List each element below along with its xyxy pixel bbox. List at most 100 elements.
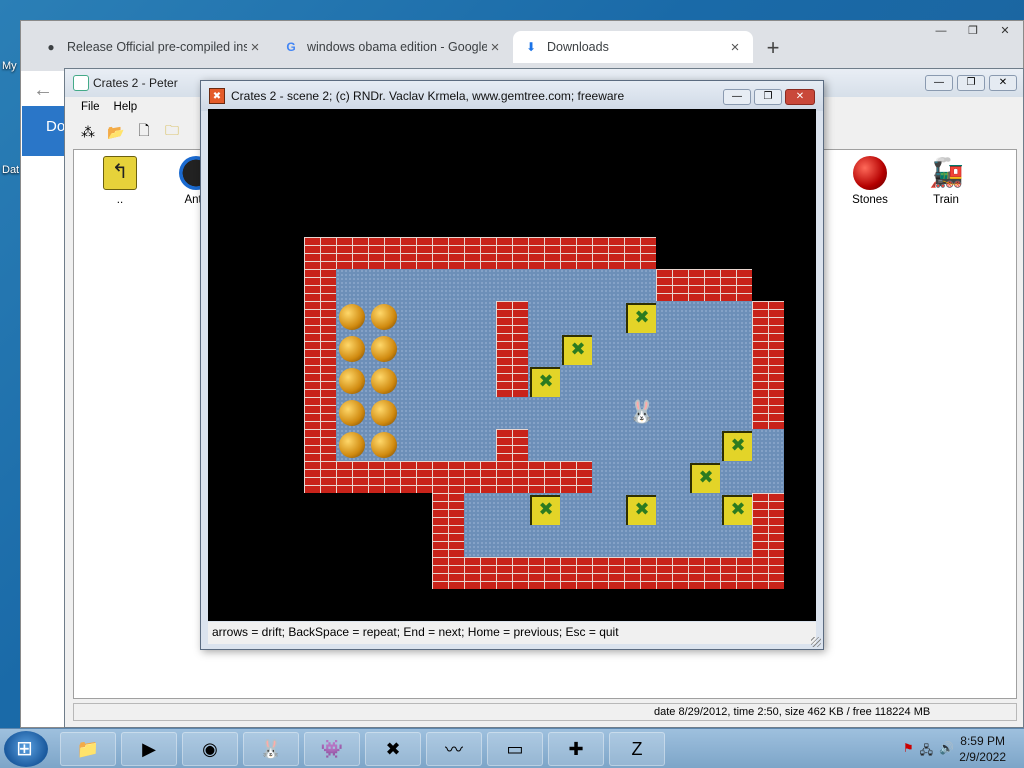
floor-tile: [464, 525, 496, 557]
crate-tile: [720, 493, 754, 527]
tab-release[interactable]: ● Release Official pre-compiled ins ×: [33, 31, 273, 63]
wall-tile: [496, 365, 528, 397]
floor-tile: [400, 397, 432, 429]
flag-icon[interactable]: ⚑: [903, 741, 914, 762]
floor-tile: [624, 269, 656, 301]
floor-tile: [688, 333, 720, 365]
wall-tile: [752, 525, 784, 557]
menu-help[interactable]: Help: [114, 101, 138, 113]
close-button[interactable]: ✕: [989, 75, 1017, 91]
close-button[interactable]: ✕: [991, 23, 1019, 41]
tab-google[interactable]: G windows obama edition - Google ×: [273, 31, 513, 63]
close-button[interactable]: ✕: [785, 89, 815, 105]
floor-tile: [592, 525, 624, 557]
floor-tile: [464, 493, 496, 525]
floor-tile: [720, 525, 752, 557]
wall-tile: [752, 397, 784, 429]
wall-tile: [432, 525, 464, 557]
crates-app-icon: ✖: [209, 88, 225, 104]
item-stones[interactable]: Stones: [840, 156, 900, 206]
floor-tile: [432, 301, 464, 333]
window-title: Crates 2 - Peter: [93, 76, 178, 90]
desktop-label-my[interactable]: My: [2, 60, 17, 72]
taskbar-crates-2-icon[interactable]: Z: [609, 732, 665, 766]
new-folder-icon[interactable]: 🗀: [163, 122, 181, 141]
floor-tile: [560, 429, 592, 461]
wall-tile: [368, 237, 400, 269]
new-tab-button[interactable]: +: [761, 35, 785, 61]
wall-tile: [432, 461, 464, 493]
resize-grip[interactable]: [811, 637, 821, 647]
taskbar-crates-bunny-icon[interactable]: 🐰: [243, 732, 299, 766]
taskbar-explorer-icon[interactable]: 📁: [60, 732, 116, 766]
crate-tile: [560, 333, 594, 367]
wall-tile: [560, 557, 592, 589]
floor-tile: [720, 397, 752, 429]
minimize-button[interactable]: —: [925, 75, 953, 91]
tab-title: Downloads: [547, 40, 609, 54]
close-icon[interactable]: ×: [487, 39, 503, 56]
tab-downloads[interactable]: ⬇ Downloads ×: [513, 31, 753, 63]
floor-tile: [592, 269, 624, 301]
floor-tile: [528, 429, 560, 461]
item-label: Stones: [852, 194, 888, 206]
item-train[interactable]: 🚂 Train: [916, 156, 976, 206]
floor-tile: [432, 333, 464, 365]
wall-tile: [464, 557, 496, 589]
wall-tile: [496, 429, 528, 461]
maximize-button[interactable]: ❐: [754, 89, 782, 105]
desktop-label-dat[interactable]: Dat: [2, 164, 19, 176]
volume-icon[interactable]: 🔊: [939, 741, 954, 762]
tab-strip: ● Release Official pre-compiled ins × G …: [21, 21, 1023, 71]
taskbar-cmd-icon[interactable]: ▭: [487, 732, 543, 766]
floor-tile: [528, 333, 560, 365]
maximize-button[interactable]: ❐: [957, 75, 985, 91]
minimize-button[interactable]: —: [927, 23, 955, 41]
start-button[interactable]: [4, 731, 48, 767]
menu-file[interactable]: File: [81, 101, 100, 113]
network-icon[interactable]: 🖧: [920, 741, 933, 762]
floor-tile: [720, 333, 752, 365]
floor-tile: [688, 525, 720, 557]
floor-tile: [464, 429, 496, 461]
new-file-icon[interactable]: 🗋: [135, 122, 153, 141]
floor-tile: [496, 493, 528, 525]
floor-tile: [656, 493, 688, 525]
close-icon[interactable]: ×: [727, 39, 743, 56]
floor-tile: [560, 365, 592, 397]
floor-tile: [656, 365, 688, 397]
open-folder-icon[interactable]: 📂: [107, 123, 125, 141]
wall-tile: [432, 557, 464, 589]
floor-tile: [464, 269, 496, 301]
floor-tile: [656, 429, 688, 461]
wall-tile: [592, 237, 624, 269]
train-icon: 🚂: [929, 157, 964, 188]
game-board[interactable]: [208, 109, 816, 621]
floor-tile: [496, 525, 528, 557]
taskbar-media-player-icon[interactable]: ▶: [121, 732, 177, 766]
floor-tile: [688, 301, 720, 333]
minimize-button[interactable]: —: [723, 89, 751, 105]
clock[interactable]: 8:59 PM 2/9/2022: [959, 733, 1006, 765]
taskbar-chrome-icon[interactable]: ◉: [182, 732, 238, 766]
floor-tile: [432, 365, 464, 397]
item-label: ..: [116, 194, 124, 206]
maximize-button[interactable]: ❐: [959, 23, 987, 41]
wall-tile: [336, 461, 368, 493]
close-icon[interactable]: ×: [247, 39, 263, 56]
taskbar-alien-icon[interactable]: 👾: [304, 732, 360, 766]
target-ball-tile: [336, 429, 368, 461]
floor-tile: [720, 301, 752, 333]
floor-tile: [464, 365, 496, 397]
floor-tile: [592, 397, 624, 429]
floor-tile: [624, 525, 656, 557]
floor-tile: [560, 397, 592, 429]
target-ball-tile: [336, 333, 368, 365]
back-arrow-icon[interactable]: ←: [33, 79, 53, 102]
taskbar-oscilloscope-icon[interactable]: 〰: [426, 732, 482, 766]
taskbar-yellow-x-icon[interactable]: ✖: [365, 732, 421, 766]
taskbar-puzzle-icon[interactable]: ✚: [548, 732, 604, 766]
wall-tile: [432, 493, 464, 525]
tree-icon[interactable]: ⁂: [79, 123, 97, 141]
item-up[interactable]: ↰ ..: [90, 156, 150, 206]
